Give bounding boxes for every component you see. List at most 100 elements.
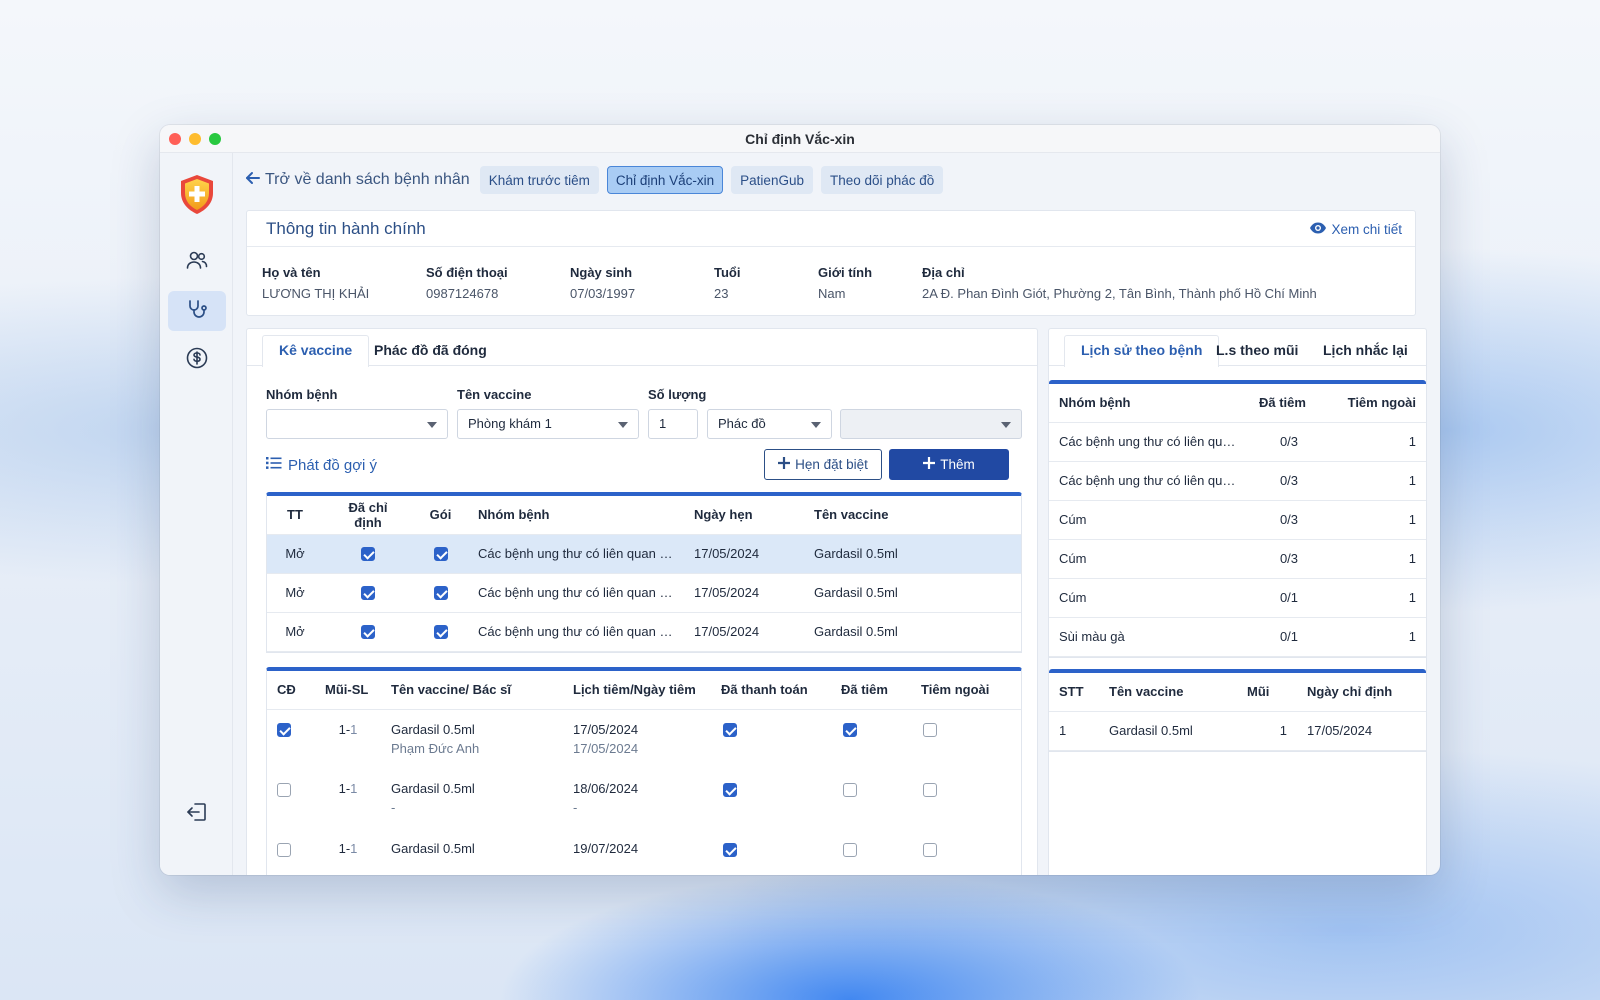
cd-checkbox[interactable] xyxy=(277,782,291,797)
back-to-patient-list-link[interactable]: Trở về danh sách bệnh nhân xyxy=(245,170,470,191)
quantity-value: 1 xyxy=(659,416,667,431)
paid-checkbox[interactable] xyxy=(723,842,737,857)
suggested-regimen-link[interactable]: Phát đồ gợi ý xyxy=(266,456,377,474)
column-header: TT xyxy=(267,496,323,535)
extra-select[interactable] xyxy=(840,409,1022,439)
administrative-info-card: Thông tin hành chính Xem chi tiết Họ và … xyxy=(246,210,1416,316)
table-row[interactable]: Các bệnh ung thư có liên quan đến HPV 0/… xyxy=(1049,422,1426,462)
tab-patiengub[interactable]: PatienGub xyxy=(731,166,813,194)
table-row[interactable]: 1-1 Gardasil 0.5ml Phạm Đức Anh 17/05/202… xyxy=(267,709,1021,769)
package-checkbox[interactable] xyxy=(433,586,448,601)
field-age: Tuổi 23 xyxy=(714,265,740,301)
cell-disease-group: Cúm xyxy=(1049,539,1249,579)
sidebar-item-billing[interactable] xyxy=(168,339,226,379)
cell-cd xyxy=(267,709,315,769)
vaccine-name-select[interactable]: Phòng khám 1 xyxy=(457,409,639,439)
table-row[interactable]: Cúm 0/3 1 xyxy=(1049,500,1426,540)
column-header: Nhóm bệnh xyxy=(468,496,684,535)
regimen-select[interactable]: Phác đồ xyxy=(707,409,832,439)
stethoscope-icon xyxy=(185,298,209,325)
tab-prescribe-vaccine[interactable]: Kê vaccine xyxy=(262,335,370,367)
cell-status: Mở xyxy=(267,612,323,652)
cell-done: 0/3 xyxy=(1249,422,1329,462)
sidebar-item-vaccination[interactable] xyxy=(168,291,226,331)
disease-group-select[interactable] xyxy=(266,409,448,439)
assigned-checkbox[interactable] xyxy=(361,625,375,640)
table-row[interactable]: Mở Các bệnh ung thư có liên quan đến HPV… xyxy=(267,573,1021,613)
cell-done: 0/3 xyxy=(1249,461,1329,501)
cell-external: 1 xyxy=(1329,539,1426,579)
add-button[interactable]: Thêm xyxy=(889,449,1009,480)
schedule-date: 18/06/2024 xyxy=(573,781,639,796)
external-checkbox[interactable] xyxy=(923,842,937,857)
minimize-window-button[interactable] xyxy=(189,133,201,145)
column-header: CĐ xyxy=(267,671,315,710)
cell-vaccine: Gardasil 0.5ml xyxy=(804,534,1021,574)
cell-package xyxy=(413,612,468,652)
cell-vaccine: Gardasil 0.5ml xyxy=(1099,711,1237,751)
chevron-down-icon xyxy=(1001,422,1011,428)
dose-number: 1- xyxy=(338,841,351,856)
cell-date: 17/05/2024 xyxy=(684,534,804,574)
field-gender: Giới tính Nam xyxy=(818,265,872,301)
tab-history-by-disease[interactable]: Lịch sử theo bệnh xyxy=(1064,335,1220,367)
table-row[interactable]: Sùi màu gà 0/1 1 xyxy=(1049,617,1426,657)
cell-assigned xyxy=(323,612,413,652)
paid-checkbox[interactable] xyxy=(723,782,737,797)
assigned-checkbox[interactable] xyxy=(361,547,375,562)
injection-schedule-table: CĐ Mũi-SL Tên vaccine/ Bác sĩ Lịch tiêm/… xyxy=(266,667,1022,875)
column-header: Ngày chỉ định xyxy=(1297,673,1426,712)
close-window-button[interactable] xyxy=(169,133,181,145)
table-row[interactable]: Mở Các bệnh ung thư có liên quan đến HPV… xyxy=(267,534,1021,574)
dose-quantity: 1 xyxy=(350,721,358,737)
tab-regimen-tracking[interactable]: Theo dõi phác đồ xyxy=(820,166,944,194)
column-header: Mũi-SL xyxy=(315,671,381,710)
package-checkbox[interactable] xyxy=(433,547,448,562)
cell-status: Mở xyxy=(267,534,323,574)
table-row[interactable]: 1-1 Gardasil 0.5ml - 18/06/2024 - xyxy=(267,769,1021,829)
logout-button[interactable] xyxy=(168,793,226,833)
cell-external: 1 xyxy=(1329,422,1426,462)
cell-injected xyxy=(831,829,911,875)
tab-reminders[interactable]: Lịch nhắc lại xyxy=(1306,335,1425,366)
table-header-row: CĐ Mũi-SL Tên vaccine/ Bác sĩ Lịch tiêm/… xyxy=(267,671,1021,710)
table-header-row: TT Đã chỉ định Gói Nhóm bệnh Ngày hẹn Tê… xyxy=(267,496,1021,535)
field-label: Số điện thoại xyxy=(426,265,508,280)
cell-date: 17/05/2024 xyxy=(684,612,804,652)
table-row[interactable]: 1-1 Gardasil 0.5ml 19/07/2024 xyxy=(267,829,1021,875)
field-label: Họ và tên xyxy=(262,265,321,280)
back-link-label: Trở về danh sách bệnh nhân xyxy=(265,171,470,188)
cell-dose: 1-1 xyxy=(315,769,381,829)
field-label: Ngày sinh xyxy=(570,265,633,280)
injected-checkbox[interactable] xyxy=(843,842,857,857)
quantity-input[interactable]: 1 xyxy=(648,409,698,439)
table-row[interactable]: Cúm 0/3 1 xyxy=(1049,539,1426,579)
tab-closed-regimens[interactable]: Phác đồ đã đóng xyxy=(357,335,504,366)
cell-external: 1 xyxy=(1329,500,1426,540)
tab-history-by-dose[interactable]: L.s theo mũi xyxy=(1199,335,1315,366)
injected-checkbox[interactable] xyxy=(843,723,857,738)
injected-checkbox[interactable] xyxy=(843,782,857,797)
cell-done: 0/1 xyxy=(1249,617,1329,657)
assigned-checkbox[interactable] xyxy=(361,586,375,601)
table-row[interactable]: Cúm 0/1 1 xyxy=(1049,578,1426,618)
paid-checkbox[interactable] xyxy=(723,723,737,738)
table-row[interactable]: Mở Các bệnh ung thư có liên quan đến HPV… xyxy=(267,612,1021,652)
table-header-row: STT Tên vaccine Mũi Ngày chỉ định xyxy=(1049,673,1426,712)
tab-pre-examination[interactable]: Khám trước tiêm xyxy=(479,166,599,194)
external-checkbox[interactable] xyxy=(923,782,937,797)
window-controls xyxy=(169,133,221,145)
cd-checkbox[interactable] xyxy=(277,723,291,738)
package-checkbox[interactable] xyxy=(433,625,448,640)
special-appointment-button[interactable]: Hẹn đặt biệt xyxy=(764,449,882,480)
view-details-link[interactable]: Xem chi tiết xyxy=(1309,221,1402,238)
table-row[interactable]: Các bệnh ung thư có liên quan đến HPV 0/… xyxy=(1049,461,1426,501)
external-checkbox[interactable] xyxy=(923,723,937,738)
cell-disease-group: Các bệnh ung thư có liên quan đến HPV xyxy=(1049,422,1249,462)
cell-external: 1 xyxy=(1329,578,1426,618)
sidebar-item-patients[interactable] xyxy=(168,241,226,281)
cd-checkbox[interactable] xyxy=(277,842,291,857)
maximize-window-button[interactable] xyxy=(209,133,221,145)
table-row[interactable]: 1 Gardasil 0.5ml 1 17/05/2024 xyxy=(1049,711,1426,751)
tab-vaccine-prescription[interactable]: Chỉ định Vắc-xin xyxy=(606,166,724,194)
